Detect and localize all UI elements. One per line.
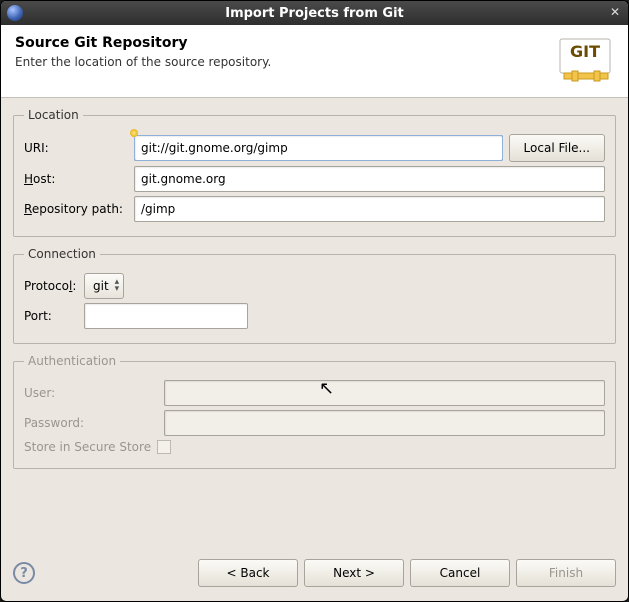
wizard-footer: ? < Back Next > Cancel Finish <box>1 549 628 601</box>
wizard-header: Source Git Repository Enter the location… <box>1 25 628 98</box>
svg-text:GIT: GIT <box>570 42 600 61</box>
cancel-button[interactable]: Cancel <box>410 559 510 587</box>
wizard-content: Location URI: Local File... Host: Reposi… <box>1 98 628 549</box>
close-icon[interactable]: ✕ <box>608 5 622 19</box>
store-secure-checkbox <box>157 440 171 454</box>
local-file-button[interactable]: Local File... <box>509 134 605 162</box>
page-subtitle: Enter the location of the source reposit… <box>15 55 558 69</box>
help-icon[interactable]: ? <box>13 562 35 584</box>
uri-input[interactable] <box>134 135 503 161</box>
window-title: Import Projects from Git <box>1 6 628 21</box>
app-icon <box>7 5 23 21</box>
port-label: Port: <box>24 309 84 323</box>
chevron-updown-icon: ▴▾ <box>115 279 120 293</box>
password-label: Password: <box>24 416 164 430</box>
location-group: Location URI: Local File... Host: Reposi… <box>13 108 616 237</box>
location-legend: Location <box>24 108 83 122</box>
git-icon: GIT <box>558 35 614 83</box>
finish-button: Finish <box>516 559 616 587</box>
protocol-select[interactable]: git ▴▾ <box>84 273 124 299</box>
connection-group: Connection Protocol: git ▴▾ Port: <box>13 247 616 344</box>
repository-path-label: Repository path: <box>24 202 134 216</box>
page-title: Source Git Repository <box>15 35 558 51</box>
repository-path-input[interactable] <box>134 196 605 222</box>
port-input[interactable] <box>84 303 248 329</box>
password-input <box>164 410 605 436</box>
uri-label: URI: <box>24 141 134 155</box>
store-secure-label: Store in Secure Store <box>24 440 151 454</box>
back-button[interactable]: < Back <box>198 559 298 587</box>
dialog-window: Import Projects from Git ✕ Source Git Re… <box>0 0 629 602</box>
titlebar: Import Projects from Git ✕ <box>1 1 628 25</box>
connection-legend: Connection <box>24 247 100 261</box>
next-button[interactable]: Next > <box>304 559 404 587</box>
host-label: Host: <box>24 172 134 186</box>
user-label: User: <box>24 386 164 400</box>
authentication-legend: Authentication <box>24 354 120 368</box>
authentication-group: Authentication User: Password: Store in … <box>13 354 616 469</box>
protocol-label: Protocol: <box>24 279 84 293</box>
user-input <box>164 380 605 406</box>
host-input[interactable] <box>134 166 605 192</box>
